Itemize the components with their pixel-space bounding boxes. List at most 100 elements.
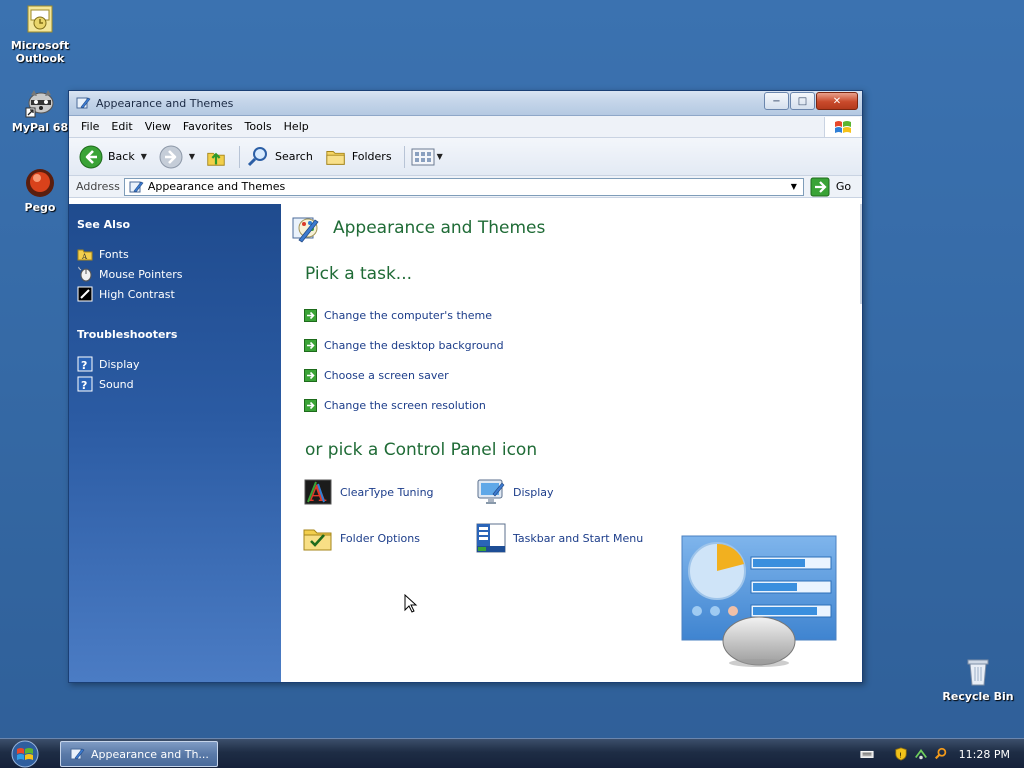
maximize-button[interactable]: □ <box>790 92 815 110</box>
cp-folder-options[interactable]: Folder Options <box>302 522 420 554</box>
outlook-icon <box>24 4 56 36</box>
green-arrow-icon <box>304 338 317 352</box>
sidebar-item-display-troubleshooter[interactable]: ? Display <box>77 354 281 374</box>
address-value: Appearance and Themes <box>147 180 286 193</box>
mouse-cursor-icon <box>404 594 418 613</box>
forward-button[interactable]: ▼ <box>159 145 195 169</box>
chevron-down-icon[interactable]: ▼ <box>787 180 801 194</box>
views-button[interactable]: ▼ <box>411 147 443 167</box>
sidebar-item-sound-troubleshooter[interactable]: ? Sound <box>77 374 281 394</box>
scrollbar[interactable] <box>860 204 862 304</box>
green-arrow-icon <box>304 368 317 382</box>
cp-cleartype-tuning[interactable]: A ClearType Tuning <box>302 476 434 508</box>
green-arrow-icon <box>304 308 317 322</box>
taskbar-button-label: Appearance and Th... <box>91 747 209 761</box>
appearance-themes-large-icon <box>292 217 319 243</box>
window-content: See Also A Fonts Mouse Pointers High Con… <box>69 204 862 682</box>
task-link-screensaver[interactable]: Choose a screen saver <box>304 360 504 390</box>
raccoon-icon <box>24 86 56 118</box>
start-button[interactable] <box>6 740 44 768</box>
back-button[interactable]: Back ▼ <box>79 145 147 169</box>
back-arrow-icon <box>79 145 103 168</box>
explorer-window: Appearance and Themes − □ ✕ File Edit Vi… <box>68 90 863 683</box>
up-folder-button[interactable] <box>205 146 227 168</box>
folder-options-icon <box>303 529 332 551</box>
search-icon[interactable] <box>933 746 949 762</box>
svg-text:?: ? <box>81 359 87 372</box>
display-icon <box>477 479 505 504</box>
desktop-icon-outlook[interactable]: Microsoft Outlook <box>0 4 80 65</box>
cp-label: Taskbar and Start Menu <box>513 531 644 545</box>
address-bar: Address Appearance and Themes ▼ Go <box>69 176 862 198</box>
clock[interactable]: 11:28 PM <box>959 748 1010 761</box>
taskbar-start-menu-icon <box>476 523 506 553</box>
appearance-themes-icon <box>70 748 85 760</box>
keyboard-icon[interactable] <box>859 746 875 762</box>
maximize-icon: □ <box>797 95 808 107</box>
task-link-resolution[interactable]: Change the screen resolution <box>304 390 504 420</box>
sidebar-item-label: High Contrast <box>99 287 175 301</box>
task-link-theme[interactable]: Change the computer's theme <box>304 300 504 330</box>
desktop-icon-label: Microsoft <box>10 39 70 52</box>
chevron-down-icon[interactable]: ▼ <box>437 152 443 161</box>
sidebar-item-mouse-pointers[interactable]: Mouse Pointers <box>77 264 281 284</box>
minimize-button[interactable]: − <box>764 92 789 110</box>
menu-view[interactable]: View <box>139 120 177 133</box>
menu-favorites[interactable]: Favorites <box>177 120 239 133</box>
go-button[interactable]: Go <box>810 177 851 197</box>
windows-logo-icon <box>824 117 860 137</box>
taskbar-button-appearance[interactable]: Appearance and Th... <box>60 741 218 767</box>
task-list: Change the computer's theme Change the d… <box>304 300 504 420</box>
mouse-icon <box>77 266 93 282</box>
views-icon <box>411 148 435 165</box>
appearance-illustration <box>681 535 837 667</box>
minimize-icon: − <box>772 95 781 107</box>
title-bar[interactable]: Appearance and Themes − □ ✕ <box>69 91 862 116</box>
back-label: Back <box>108 150 135 163</box>
chevron-down-icon[interactable]: ▼ <box>189 152 195 161</box>
page-title: Appearance and Themes <box>333 218 546 238</box>
task-link-background[interactable]: Change the desktop background <box>304 330 504 360</box>
menu-help[interactable]: Help <box>278 120 315 133</box>
task-pane: See Also A Fonts Mouse Pointers High Con… <box>69 204 281 682</box>
svg-text:!: ! <box>899 752 902 760</box>
green-arrow-icon <box>304 398 317 412</box>
recycle-bin-icon <box>962 655 994 687</box>
menu-tools[interactable]: Tools <box>239 120 278 133</box>
shield-icon[interactable]: ! <box>893 746 909 762</box>
see-also-heading: See Also <box>77 218 131 231</box>
svg-text:A: A <box>81 253 88 261</box>
cp-taskbar-start-menu[interactable]: Taskbar and Start Menu <box>475 522 643 554</box>
icon-heading: or pick a Control Panel icon <box>305 440 538 460</box>
task-label: Change the screen resolution <box>324 398 486 412</box>
cleartype-icon: A <box>304 479 332 507</box>
menu-bar: File Edit View Favorites Tools Help <box>69 116 862 138</box>
desktop-icon-recycle-bin[interactable]: Recycle Bin <box>938 655 1018 703</box>
taskbar: Appearance and Th... ! 11:28 PM <box>0 738 1024 768</box>
appearance-themes-icon <box>75 95 91 111</box>
desktop-icon-label: Recycle Bin <box>942 690 1014 703</box>
sidebar-item-fonts[interactable]: A Fonts <box>77 244 281 264</box>
sidebar-item-high-contrast[interactable]: High Contrast <box>77 284 281 304</box>
toolbar-separator <box>403 145 405 168</box>
cp-display[interactable]: Display <box>475 476 554 508</box>
folders-label: Folders <box>351 150 392 163</box>
folder-icon <box>326 150 345 165</box>
folders-button[interactable]: Folders <box>325 146 392 168</box>
search-icon <box>247 146 268 166</box>
menu-file[interactable]: File <box>75 120 105 133</box>
forward-arrow-icon <box>159 145 183 168</box>
sidebar-item-label: Fonts <box>99 247 129 261</box>
close-button[interactable]: ✕ <box>816 92 858 110</box>
help-icon: ? <box>77 376 93 392</box>
troubleshooters-heading: Troubleshooters <box>77 328 178 341</box>
window-title: Appearance and Themes <box>96 96 234 110</box>
address-label: Address <box>76 180 120 193</box>
network-icon[interactable] <box>913 746 929 762</box>
search-button[interactable]: Search <box>246 145 313 169</box>
address-input[interactable]: Appearance and Themes ▼ <box>123 177 804 196</box>
menu-edit[interactable]: Edit <box>105 120 138 133</box>
svg-text:?: ? <box>81 379 87 392</box>
chevron-down-icon[interactable]: ▼ <box>141 152 147 161</box>
high-contrast-icon <box>77 286 93 302</box>
